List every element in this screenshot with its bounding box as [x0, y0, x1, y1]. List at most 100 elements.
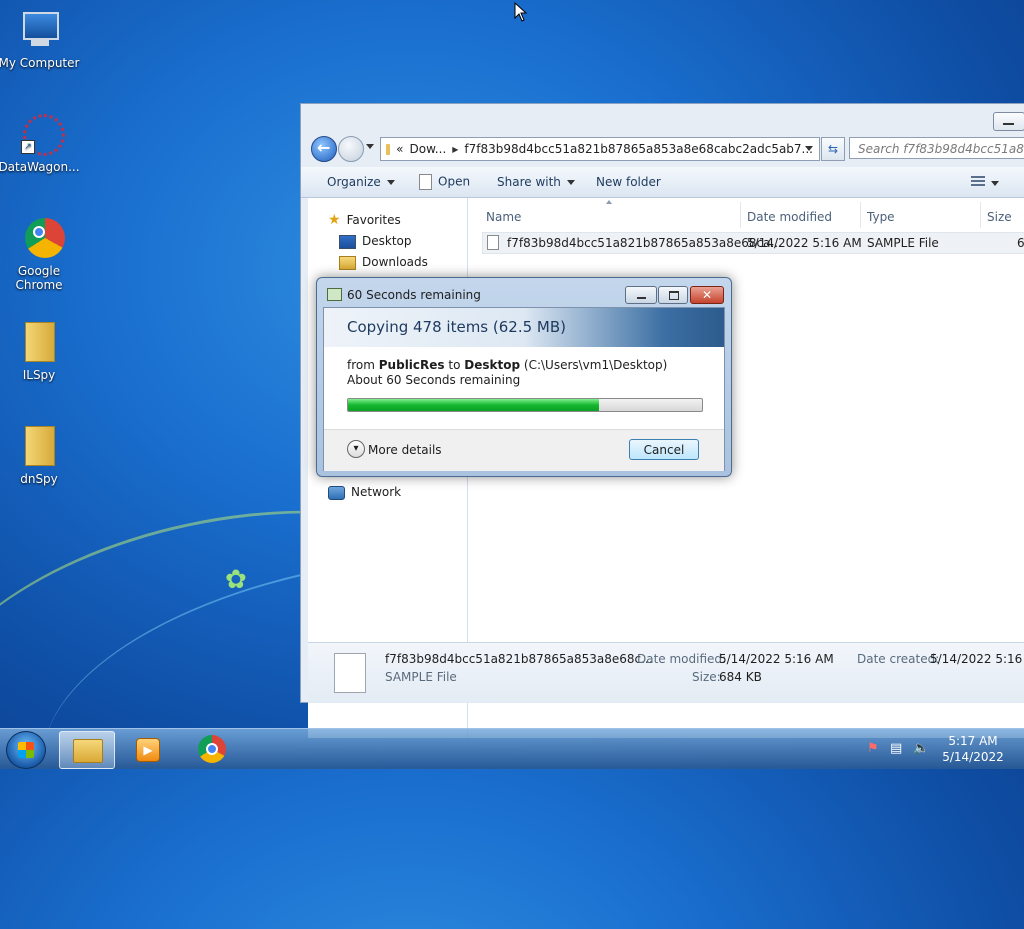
dialog-body: Copying 478 items (62.5 MB) from PublicR…: [323, 307, 725, 471]
dialog-title: 60 Seconds remaining: [347, 288, 481, 302]
forward-button[interactable]: [338, 136, 364, 162]
nav-network[interactable]: Network: [328, 485, 401, 500]
action-center-flag-icon[interactable]: ⚑: [867, 741, 879, 756]
address-dropdown-icon[interactable]: [805, 146, 813, 151]
network-status-icon[interactable]: ▤: [890, 741, 902, 756]
details-date-created-label: Date created:: [857, 652, 940, 666]
desktop-icon-label: DataWagon...: [0, 160, 80, 174]
share-with-button[interactable]: Share with: [497, 175, 575, 189]
minimize-button[interactable]: [625, 286, 657, 304]
copy-source: PublicRes: [378, 358, 445, 372]
desktop-icon-label: My Computer: [0, 56, 80, 70]
taskbar-chrome[interactable]: [185, 731, 239, 767]
downloads-folder-icon: [339, 255, 356, 270]
minimize-button[interactable]: [993, 112, 1024, 131]
details-size-label: Size:: [692, 670, 721, 684]
folder-icon: [17, 320, 61, 364]
breadcrumb-downloads[interactable]: Dow...: [410, 142, 447, 156]
taskbar-media-player[interactable]: ▶: [121, 731, 175, 767]
network-icon: [328, 485, 345, 500]
copy-route: from PublicRes to Desktop (C:\Users\vm1\…: [347, 358, 668, 372]
details-size: 684 KB: [719, 670, 762, 684]
address-bar[interactable]: « Dow... ▶ f7f83b98d4bcc51a821b87865a853…: [380, 137, 820, 161]
details-date-modified-label: Date modified:: [637, 652, 727, 666]
copy-icon: [327, 288, 342, 301]
close-button[interactable]: ✕: [690, 286, 724, 304]
volume-icon[interactable]: 🔈: [913, 741, 929, 756]
desktop-icon-label: ILSpy: [22, 368, 56, 382]
more-details-toggle[interactable]: More details: [368, 443, 442, 457]
desktop-icon-my-computer[interactable]: My Computer: [0, 8, 82, 70]
search-input[interactable]: Search f7f83b98d4bcc51a821b87865a853a8e6…: [849, 137, 1024, 159]
address-overflow[interactable]: «: [396, 142, 403, 156]
desktop-icon-ilspy[interactable]: ILSpy: [0, 320, 82, 382]
star-icon: ★: [328, 212, 341, 228]
copy-destination: Desktop: [464, 358, 521, 372]
chrome-icon: [198, 735, 226, 763]
start-button[interactable]: [6, 731, 46, 769]
organize-button[interactable]: Organize: [327, 175, 395, 189]
details-filename: f7f83b98d4bcc51a821b87865a853a8e68c...: [385, 652, 653, 666]
view-options-chevron-icon[interactable]: [991, 181, 999, 186]
nav-downloads[interactable]: Downloads: [339, 255, 428, 270]
file-type: SAMPLE File: [867, 236, 939, 250]
chrome-icon: [17, 216, 65, 260]
file-size: 68: [1017, 236, 1024, 250]
folder-icon: [73, 739, 103, 763]
recent-pages-chevron-icon[interactable]: [366, 144, 374, 149]
copy-heading: Copying 478 items (62.5 MB): [347, 318, 566, 336]
refresh-button[interactable]: ⇆: [821, 137, 845, 161]
nav-favorites[interactable]: ★ Favorites: [328, 212, 401, 228]
copy-destination-path: (C:\Users\vm1\Desktop): [523, 358, 668, 372]
file-preview-icon: [334, 653, 366, 693]
desktop-icon-label: Google Chrome: [15, 264, 63, 292]
column-header-name[interactable]: Name: [486, 210, 521, 224]
chevron-down-icon[interactable]: ▾: [347, 440, 365, 458]
sort-indicator-icon: [606, 200, 612, 204]
folder-icon: [386, 143, 391, 155]
media-player-icon: ▶: [136, 738, 160, 762]
table-row[interactable]: f7f83b98d4bcc51a821b87865a853a8e68ca... …: [482, 232, 1024, 254]
system-clock[interactable]: 5:17 AM 5/14/2022: [935, 733, 1011, 765]
document-icon: [419, 174, 432, 190]
details-date-modified: 5/14/2022 5:16 AM: [719, 652, 834, 666]
details-filetype: SAMPLE File: [385, 670, 457, 684]
change-view-icon[interactable]: [971, 176, 985, 188]
breadcrumb-current-folder[interactable]: f7f83b98d4bcc51a821b87865a853a8e68cabc2a…: [464, 142, 813, 156]
copy-progress-dialog: 60 Seconds remaining ✕ Copying 478 items…: [316, 277, 732, 477]
file-name: f7f83b98d4bcc51a821b87865a853a8e68ca...: [507, 236, 782, 250]
taskbar: ▶ ⚑ ▤ 🔈 5:17 AM 5/14/2022: [0, 728, 1024, 769]
file-icon: [487, 235, 499, 250]
back-button[interactable]: [311, 136, 337, 162]
command-toolbar: Organize Open Share with New folder: [301, 167, 1024, 198]
nav-desktop[interactable]: Desktop: [339, 234, 412, 249]
taskbar-explorer[interactable]: [59, 731, 115, 769]
column-header-size[interactable]: Size: [987, 210, 1012, 224]
file-date: 5/14/2022 5:16 AM: [747, 236, 862, 250]
details-date-created: 5/14/2022 5:16 AM: [930, 652, 1024, 666]
open-button[interactable]: Open: [419, 174, 470, 190]
column-header-date-modified[interactable]: Date modified: [747, 210, 832, 224]
desktop-icon-datawagon[interactable]: ↗ DataWagon...: [0, 112, 82, 174]
copy-progress-fill: [348, 399, 600, 411]
clock-time: 5:17 AM: [948, 734, 998, 748]
column-header-type[interactable]: Type: [867, 210, 895, 224]
desktop-icon-dnspy[interactable]: dnSpy: [0, 424, 82, 486]
datawagon-icon: ↗: [17, 112, 65, 156]
cancel-button[interactable]: Cancel: [629, 439, 699, 460]
maximize-button[interactable]: [658, 286, 688, 304]
clock-date: 5/14/2022: [942, 750, 1004, 764]
desktop-icon: [339, 234, 356, 249]
time-remaining: About 60 Seconds remaining: [347, 373, 521, 387]
new-folder-button[interactable]: New folder: [596, 175, 661, 189]
copy-progress-bar: [347, 398, 703, 412]
details-pane: f7f83b98d4bcc51a821b87865a853a8e68c... S…: [308, 642, 1024, 703]
breadcrumb-separator-icon[interactable]: ▶: [452, 145, 458, 154]
wallpaper-leaf-icon: ✿: [225, 565, 247, 595]
computer-icon: [17, 8, 61, 52]
dialog-footer: ▾ More details Cancel: [324, 429, 724, 471]
desktop-icon-google-chrome[interactable]: Google Chrome: [0, 216, 82, 292]
dialog-header: Copying 478 items (62.5 MB): [324, 308, 724, 347]
navigation-bar: « Dow... ▶ f7f83b98d4bcc51a821b87865a853…: [309, 134, 1024, 162]
desktop-icon-label: dnSpy: [20, 472, 58, 486]
